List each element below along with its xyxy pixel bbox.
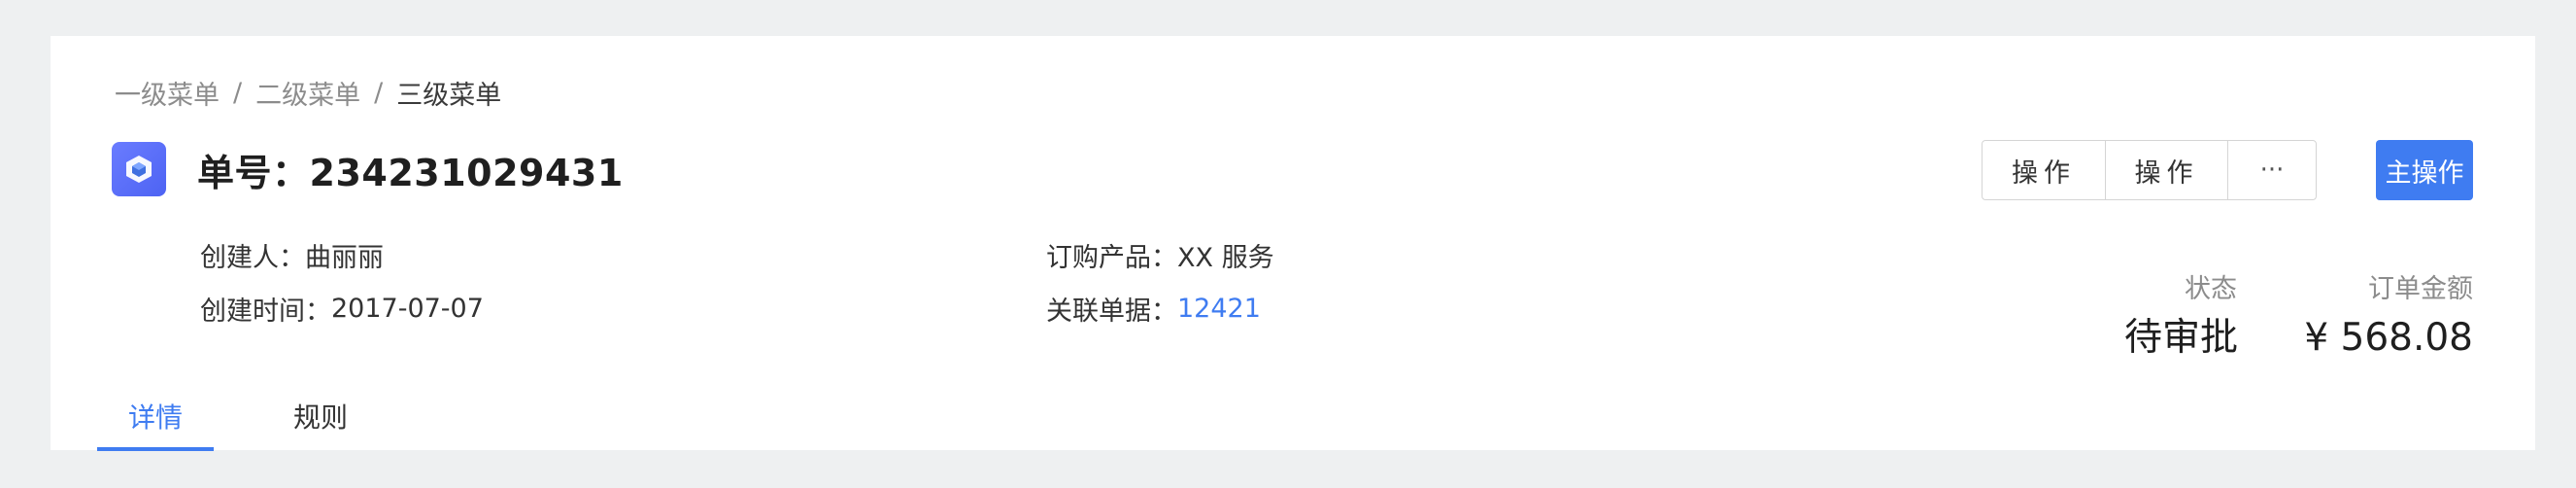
- primary-action-button[interactable]: 主操作: [2376, 140, 2473, 200]
- creator-label: 创建人：: [200, 242, 305, 273]
- created-time-value: 2017-07-07: [331, 293, 484, 324]
- created-time-label: 创建时间：: [200, 296, 331, 327]
- cube-icon-svg: [126, 156, 152, 183]
- amount-value: ¥ 568.08: [2304, 316, 2473, 360]
- breadcrumb-item-level1[interactable]: 一级菜单: [115, 74, 220, 112]
- status-value: 待审批: [2123, 316, 2238, 360]
- product-label: 订购产品：: [1046, 242, 1177, 273]
- page-header-card: 一级菜单 / 二级菜单 / 三级菜单 单号：234231029431 创建人： …: [51, 36, 2535, 451]
- breadcrumb-item-current: 三级菜单: [396, 80, 502, 111]
- more-actions-button[interactable]: ···: [2228, 141, 2316, 199]
- product-field: 订购产品： XX 服务: [1046, 235, 1274, 274]
- creator-field: 创建人： 曲丽丽: [200, 235, 384, 274]
- product-value: XX 服务: [1177, 242, 1274, 273]
- breadcrumb: 一级菜单 / 二级菜单 / 三级菜单: [115, 73, 501, 112]
- cube-icon: [112, 142, 166, 196]
- breadcrumb-item-level2[interactable]: 二级菜单: [255, 74, 360, 112]
- breadcrumb-separator: /: [233, 77, 243, 108]
- related-doc-label: 关联单据：: [1046, 296, 1177, 327]
- page-title: 单号：234231029431: [197, 151, 624, 194]
- breadcrumb-separator: /: [374, 77, 384, 108]
- action-button-1[interactable]: 操作: [1983, 141, 2106, 199]
- amount-label: 订单金额: [2368, 274, 2473, 304]
- active-tab-indicator: [97, 447, 214, 451]
- created-time-field: 创建时间： 2017-07-07: [200, 289, 484, 328]
- tab-details[interactable]: 详情: [97, 381, 214, 451]
- action-button-group: 操作 操作 ···: [1982, 140, 2317, 200]
- related-doc-link[interactable]: 12421: [1177, 294, 1261, 324]
- action-button-2[interactable]: 操作: [2106, 141, 2228, 199]
- creator-value: 曲丽丽: [305, 242, 384, 273]
- title-row: 单号：234231029431: [112, 141, 624, 197]
- tab-rules[interactable]: 规则: [262, 381, 379, 451]
- related-doc-field: 关联单据： 12421: [1046, 289, 1261, 328]
- status-label: 状态: [2185, 274, 2237, 304]
